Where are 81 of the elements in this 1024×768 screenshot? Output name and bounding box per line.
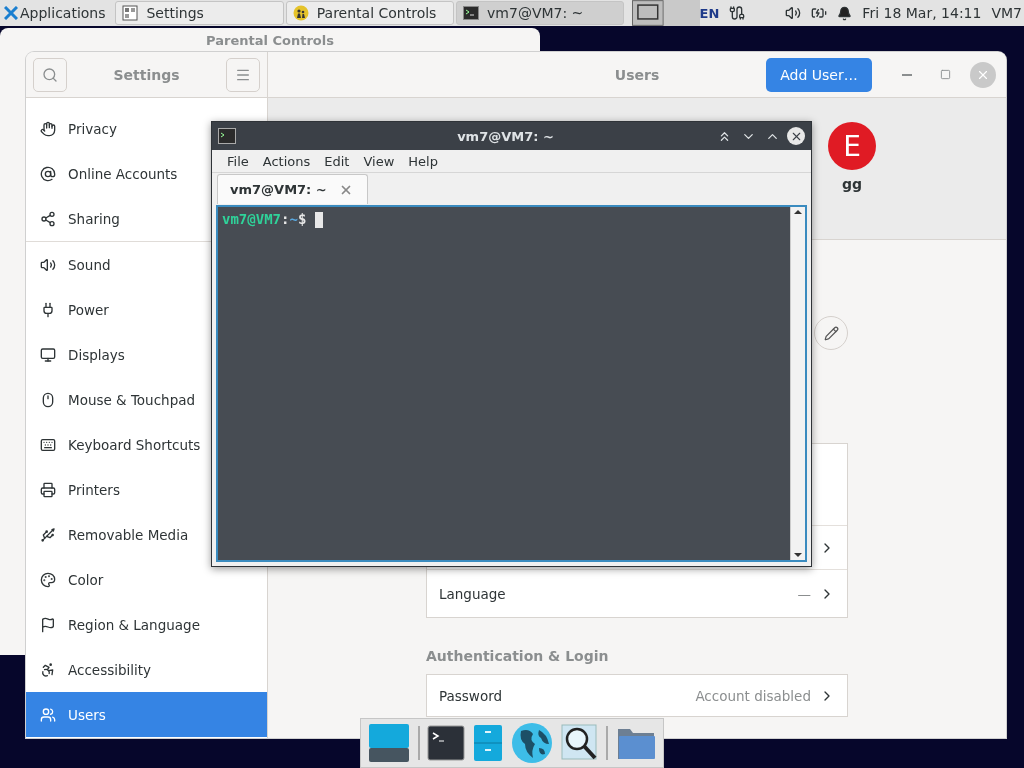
palette-icon (40, 571, 56, 588)
plug-icon (40, 301, 56, 318)
minimize-icon (902, 73, 912, 76)
user-name: gg (841, 176, 862, 192)
file-cabinet-icon[interactable] (473, 724, 504, 762)
terminal-tab[interactable]: vm7@VM7: ~ (217, 174, 368, 204)
edit-button[interactable] (814, 316, 848, 350)
close-button[interactable] (787, 127, 805, 145)
family-icon (292, 5, 309, 21)
speaker-icon (40, 256, 56, 273)
sidebar-item[interactable]: Sound (26, 242, 210, 287)
at-sign-icon (40, 165, 56, 182)
terminal-icon (218, 128, 236, 144)
sidebar-item[interactable]: Online Accounts (26, 151, 210, 196)
window-title: Settings (113, 66, 180, 83)
menu-item[interactable]: Actions (255, 153, 318, 169)
add-user-button[interactable]: Add User… (766, 57, 872, 92)
menu-item[interactable]: Edit (317, 153, 357, 169)
cross-logo-icon (4, 6, 18, 20)
sidebar-item[interactable]: Privacy (26, 106, 210, 151)
window-title: vm7@VM7: ~ (456, 128, 555, 144)
terminal-icon (463, 5, 480, 21)
menu-item[interactable]: File (220, 153, 256, 169)
sidebar-item[interactable]: Removable Media (26, 512, 210, 557)
text-cursor (315, 212, 324, 228)
terminal-icon[interactable] (427, 725, 466, 761)
keyboard-layout[interactable]: EN (699, 5, 720, 21)
page-title: Users (614, 66, 660, 83)
share-icon (40, 210, 56, 227)
sidebar-item[interactable]: Accessibility (26, 647, 267, 692)
show-desktop-icon[interactable] (632, 0, 664, 26)
menu-item[interactable]: Help (401, 153, 445, 169)
globe-icon[interactable] (510, 722, 553, 764)
sidebar-item[interactable]: Sharing (26, 196, 210, 241)
taskbar-button[interactable]: vm7@VM7: ~ (456, 1, 625, 25)
sidebar-item[interactable]: Region & Language (26, 602, 267, 647)
window-title: Parental Controls (205, 32, 335, 48)
sidebar-item[interactable]: Mouse & Touchpad (26, 377, 210, 422)
sidebar-item[interactable]: Power (26, 287, 210, 332)
sidebar-item[interactable]: Users (26, 692, 267, 737)
prompt-line: vm7@VM7:~$ (222, 211, 307, 227)
magnifier-icon[interactable] (560, 724, 599, 762)
flag-icon (40, 616, 56, 633)
applications-menu[interactable]: Applications (0, 0, 110, 26)
list-row[interactable]: Language — (427, 569, 847, 617)
desktop-icon[interactable] (367, 722, 410, 764)
user-avatar[interactable]: E (828, 122, 876, 170)
row-label: Language (439, 585, 506, 602)
taskbar-button[interactable]: Parental Controls (285, 1, 455, 25)
accessibility-icon (40, 661, 56, 678)
battery-icon[interactable] (811, 5, 828, 21)
search-button[interactable] (33, 57, 67, 92)
printer-icon (40, 481, 56, 498)
row-value: Account disabled (695, 687, 811, 704)
menu-item[interactable]: View (356, 153, 402, 169)
scroll-up-icon[interactable] (793, 207, 803, 217)
monitor-icon (40, 346, 56, 363)
maximize-icon (939, 69, 951, 80)
pencil-icon (823, 325, 839, 341)
clock[interactable]: Fri 18 Mar, 14:11 (862, 5, 982, 21)
search-icon (42, 66, 58, 83)
bell-icon[interactable] (837, 5, 853, 21)
sidebar-item[interactable]: Keyboard Shortcuts (26, 422, 210, 467)
user-name: VM7 (991, 5, 1022, 21)
sidebar-item[interactable]: Displays (26, 332, 210, 377)
row-label: Password (439, 687, 503, 704)
section-heading: Authentication & Login (426, 648, 610, 664)
users-icon (40, 706, 56, 723)
list-row[interactable]: Password Account disabled (427, 675, 847, 716)
sidebar-item[interactable]: Printers (26, 467, 210, 512)
taskbar-button[interactable]: Settings (115, 1, 284, 25)
sidebar-item[interactable]: Color (26, 557, 267, 602)
usb-stick-icon (40, 526, 56, 543)
keyboard-icon (40, 436, 56, 453)
row-value: — (797, 585, 811, 602)
hand-icon (40, 120, 56, 137)
volume-icon[interactable] (785, 5, 802, 21)
scroll-down-icon[interactable] (793, 550, 803, 560)
window-grid-icon (122, 5, 139, 21)
cable-icon[interactable] (729, 5, 746, 21)
mouse-icon (40, 391, 56, 408)
